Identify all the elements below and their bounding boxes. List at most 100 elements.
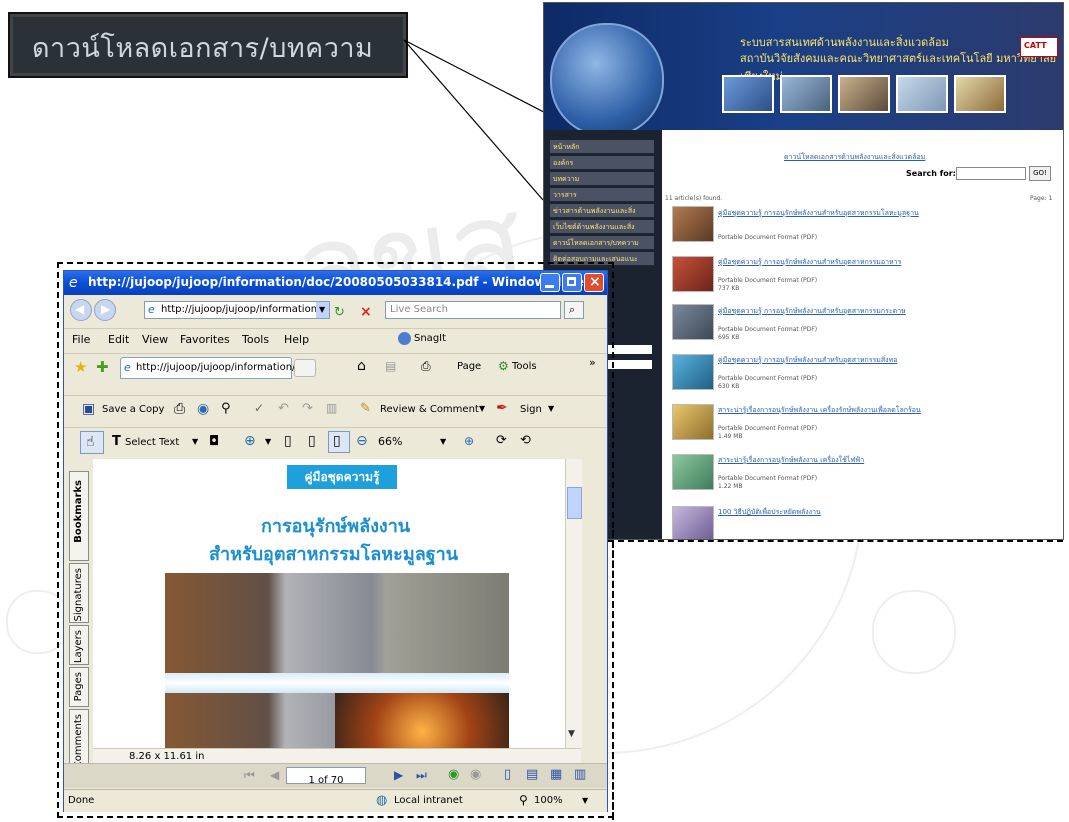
article-title[interactable]: 100 วิธีปฏิบัติเพื่อประหยัดพลังงาน	[718, 507, 821, 518]
facing-icon[interactable]: ▦	[550, 767, 562, 782]
article-thumb[interactable]	[672, 206, 714, 242]
nav-item-news[interactable]: ข่าวสารด้านพลังงานและสิ่งแวดล้อม	[550, 204, 654, 229]
address-dropdown[interactable]: ▼	[316, 302, 329, 318]
search-input[interactable]	[956, 167, 1026, 180]
dropdown-arrow-icon[interactable]: ▼	[479, 404, 485, 413]
nav-item-articles[interactable]: บทความ	[550, 172, 654, 186]
dropdown-arrow-icon[interactable]: ▼	[440, 437, 446, 446]
article-title[interactable]: คู่มือชุดความรู้ การอนุรักษ์พลังงานสำหรั…	[718, 306, 906, 317]
article-thumb[interactable]	[672, 256, 714, 292]
print-doc-icon[interactable]: ⎙	[174, 401, 185, 417]
email-icon[interactable]: ◉	[197, 401, 209, 417]
article-title[interactable]: สาระน่ารู้เรื่องการอนุรักษ์พลังงาน เครื่…	[718, 455, 864, 466]
nav-item-journal[interactable]: วารสาร	[550, 188, 654, 202]
go-forward-icon[interactable]: ◉	[470, 767, 481, 782]
article-title[interactable]: สาระน่ารู้เรื่องการอนุรักษ์พลังงาน เครื่…	[718, 405, 921, 416]
go-back-icon[interactable]: ◉	[448, 767, 459, 782]
home-icon[interactable]: ⌂	[357, 358, 366, 374]
search-box[interactable]: Live Search	[385, 301, 561, 319]
dropdown-arrow-icon[interactable]: ▼	[192, 437, 198, 446]
nav-item-download[interactable]: ดาวน์โหลดเอกสาร/บทความ	[550, 236, 654, 250]
browser-tab[interactable]: e http://jujoop/jujoop/information/do...	[120, 357, 317, 379]
rotate-icon[interactable]: ⟳	[496, 433, 507, 448]
tab-signatures[interactable]: Signatures	[69, 563, 89, 623]
doc-scrollbar[interactable]: ▼	[565, 459, 582, 748]
tab-comments[interactable]: Comments	[69, 709, 89, 768]
page-number-field[interactable]: 1 of 70	[286, 767, 366, 786]
chevron-more-icon[interactable]: »	[589, 356, 596, 369]
find-binoculars-icon[interactable]: ⚲	[221, 401, 231, 416]
address-bar[interactable]: e http://jujoop/jujoop/information/d	[144, 301, 330, 319]
article-title[interactable]: คู่มือชุดความรู้ การอนุรักษ์พลังงานสำหรั…	[718, 208, 919, 219]
add-favorite-icon[interactable]: ✚	[96, 358, 109, 376]
dropdown-arrow-icon[interactable]: ▼	[582, 796, 588, 805]
save-copy-button[interactable]: Save a Copy	[102, 404, 164, 415]
new-tab-button[interactable]	[294, 359, 316, 377]
fit-width-button[interactable]: ▯	[328, 431, 350, 453]
menu-view[interactable]: View	[142, 333, 168, 346]
continuous-facing-icon[interactable]: ▥	[574, 767, 586, 782]
scroll-thumb[interactable]	[567, 487, 582, 519]
undo-icon[interactable]: ↶	[278, 401, 289, 416]
last-page-icon[interactable]: ⏭	[416, 768, 427, 783]
hand-tool-button[interactable]: ☝	[80, 431, 104, 454]
minimize-button[interactable]	[540, 273, 560, 292]
select-text-button[interactable]: Select Text	[125, 437, 179, 448]
menu-file[interactable]: File	[72, 333, 90, 346]
dropdown-arrow-icon[interactable]: ▼	[548, 404, 554, 413]
refresh-button[interactable]: ↻	[334, 301, 354, 320]
article-thumb[interactable]	[672, 454, 714, 490]
menu-tools[interactable]: Tools	[242, 333, 269, 346]
zoom-in-small-icon[interactable]: ⊕	[464, 434, 474, 448]
tab-layers[interactable]: Layers	[69, 625, 89, 665]
search-button[interactable]: ⌕	[564, 301, 584, 319]
nav-item-websites[interactable]: เว็บไซต์ด้านพลังงานและสิ่งแวดล้อม	[550, 220, 654, 245]
print-icon[interactable]: ⎙	[421, 359, 431, 374]
zoom-field[interactable]: 66% ▼	[376, 433, 454, 451]
review-comment-button[interactable]: Review & Comment	[380, 404, 479, 415]
dropdown-arrow-icon[interactable]: ▼	[265, 437, 271, 446]
prev-page-icon[interactable]: ◀	[270, 768, 279, 782]
zoom-out-icon[interactable]: ⊖	[356, 433, 368, 449]
rotate-ccw-icon[interactable]: ⟲	[520, 433, 531, 448]
article-thumb[interactable]	[672, 354, 714, 390]
snagit-button[interactable]: SnagIt	[398, 331, 458, 348]
search-go-button[interactable]: GO!	[1029, 166, 1051, 181]
zoom-in-icon[interactable]: ⊕	[244, 433, 256, 449]
pdf-document-view[interactable]: คู่มือชุดความรู้ การอนุรักษ์พลังงาน สำหร…	[93, 459, 582, 748]
tools-menu[interactable]: Tools	[512, 361, 537, 372]
continuous-icon[interactable]: ▤	[526, 767, 538, 782]
clipboard-icon[interactable]: ▥	[326, 401, 337, 415]
scroll-down-icon[interactable]: ▼	[568, 729, 575, 739]
favorites-star-icon[interactable]: ★	[74, 358, 87, 376]
feeds-icon[interactable]: ▤	[385, 359, 396, 373]
section-link[interactable]: ดาวน์โหลดเอกสารด้านพลังงานและสิ่งแวดล้อม	[784, 152, 925, 163]
tab-pages[interactable]: Pages	[69, 667, 89, 707]
sign-button[interactable]: Sign	[520, 404, 542, 415]
article-thumb[interactable]	[672, 404, 714, 440]
article-thumb[interactable]	[672, 304, 714, 340]
spell-check-icon[interactable]: ✓	[254, 401, 264, 415]
single-page-icon[interactable]: ▯	[504, 767, 511, 782]
tab-bookmarks[interactable]: Bookmarks	[69, 471, 89, 561]
status-zoom[interactable]: 100%	[534, 795, 563, 806]
forward-button[interactable]: ▶	[94, 299, 116, 321]
stop-button[interactable]: ×	[360, 301, 378, 320]
page-menu[interactable]: Page	[457, 361, 481, 372]
actual-size-icon[interactable]: ▯	[284, 433, 292, 449]
article-title[interactable]: คู่มือชุดความรู้ การอนุรักษ์พลังงานสำหรั…	[718, 355, 897, 366]
snapshot-icon[interactable]: ◘	[209, 434, 219, 449]
close-button[interactable]: ×	[584, 273, 604, 292]
article-title[interactable]: คู่มือชุดความรู้ การอนุรักษ์พลังงานสำหรั…	[718, 257, 901, 268]
redo-icon[interactable]: ↷	[302, 401, 313, 416]
fit-page-icon[interactable]: ▯	[308, 433, 316, 449]
nav-item-home[interactable]: หน้าหลัก	[550, 140, 654, 154]
menu-edit[interactable]: Edit	[108, 333, 129, 346]
article-thumb[interactable]	[672, 506, 714, 539]
maximize-button[interactable]	[562, 273, 582, 292]
first-page-icon[interactable]: ⏮	[244, 768, 255, 783]
nav-item-org[interactable]: องค์กร	[550, 156, 654, 170]
menu-help[interactable]: Help	[284, 333, 309, 346]
back-button[interactable]: ◀	[70, 299, 92, 321]
next-page-icon[interactable]: ▶	[394, 768, 403, 782]
